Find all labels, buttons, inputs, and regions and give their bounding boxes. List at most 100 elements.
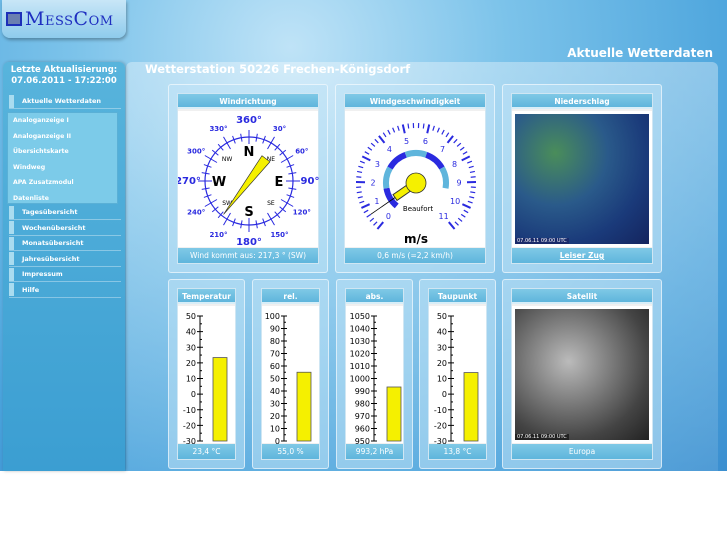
tick-label: -10 xyxy=(434,406,447,415)
precipitation-content: 07.06.11 09:00 UTC xyxy=(512,111,652,247)
gauge-footer: 23,4 °C xyxy=(178,444,235,459)
tick-label: 40 xyxy=(186,328,196,337)
tick-label: 1000 xyxy=(350,375,370,384)
ms-label: 3 xyxy=(375,160,380,169)
degree-label: 210° xyxy=(209,231,227,239)
tick-label: 30 xyxy=(186,343,196,352)
tick-label: 0 xyxy=(442,390,447,399)
gauge-content: 950 960 970 980 990 1000 1010 1020 1030 1040 1050 xyxy=(346,306,403,446)
degree-label: 240° xyxy=(187,209,205,217)
unit-label: m/s xyxy=(404,232,428,246)
last-update: Letzte Aktualisierung: 07.06.2011 - 17:22… xyxy=(10,65,118,86)
tick-label: 1020 xyxy=(350,350,370,359)
wind-direction-content: 360° 30° 60° 90° 120° 150° 180° 210° 240° 270° 300… xyxy=(175,111,320,248)
wind-speed-footer: 0,6 m/s (=2,2 km/h) xyxy=(345,248,485,263)
degree-label: 120° xyxy=(293,209,311,217)
tick-label: 0 xyxy=(191,390,196,399)
submenu-item[interactable]: Analoganzeige II xyxy=(8,129,117,145)
page-header: Aktuelle Wetterdaten xyxy=(567,46,713,60)
tick-label: -20 xyxy=(183,421,196,430)
tick-label: 50 xyxy=(437,312,447,321)
tick-label: 50 xyxy=(270,375,280,384)
degree-label: 30° xyxy=(273,125,286,133)
ms-label: 2 xyxy=(370,178,375,187)
gauge-title: abs. Luftdruck xyxy=(346,289,403,316)
tick-label: 40 xyxy=(437,328,447,337)
degree-label: 150° xyxy=(270,231,288,239)
logo[interactable]: MessCom xyxy=(2,0,126,38)
tick-label: 970 xyxy=(355,412,370,421)
ms-label: 11 xyxy=(439,212,449,221)
satellite-title: Satellit xyxy=(512,289,652,304)
compass-dial: 360° 30° 60° 90° 120° 150° 180° 210° 240° 270° 300… xyxy=(175,115,320,248)
submenu: Analoganzeige I Analoganzeige II Übersicht… xyxy=(7,112,118,204)
ms-label: 6 xyxy=(423,137,428,146)
ms-label: 5 xyxy=(404,137,409,146)
gauge-content: 0 10 20 30 40 50 60 70 80 90 100 xyxy=(262,306,319,446)
tick-label: 50 xyxy=(186,312,196,321)
tick-label: 0 xyxy=(275,437,280,444)
speed-gauge: 01 234 5 6 78 9 1011 Beaufort m/s xyxy=(355,123,477,246)
sidebar-item[interactable]: Jahresübersicht xyxy=(9,252,121,267)
tick-label: -10 xyxy=(183,406,196,415)
sidebar-item[interactable]: Monatsübersicht xyxy=(9,236,121,251)
gauge-title: rel. Luftfeuchte xyxy=(262,289,319,316)
bar-gauge: -30 -20 -10 0 10 20 30 40 50 xyxy=(434,312,479,446)
degree-label: 300° xyxy=(187,148,205,156)
submenu-item[interactable]: Datenliste xyxy=(8,191,117,207)
satellite-content: 07.06.11 09:00 UTC xyxy=(512,306,652,443)
station-title: Wetterstation 50226 Frechen-Königsdorf xyxy=(145,62,411,76)
submenu-item[interactable]: Windweg xyxy=(8,160,117,176)
tick-label: 90 xyxy=(270,325,280,334)
ms-label: 4 xyxy=(387,145,392,154)
value-bar xyxy=(463,372,479,442)
sidebar-item[interactable]: Tagesübersicht xyxy=(9,205,121,220)
beaufort-label: Beaufort xyxy=(403,205,433,213)
degree-label: 360° xyxy=(236,115,262,126)
tick-label: 30 xyxy=(437,343,447,352)
wind-speed-content: 0 1 2 3 4 5 6 7 8 9 10 11 Beaufort m/s xyxy=(345,111,485,247)
gauge-title: Taupunkt xyxy=(429,289,486,304)
gauge-panel: Taupunkt -30 -20 -10 0 10 20 30 40 50 13,8 °C xyxy=(419,279,496,469)
bar-gauge: -30 -20 -10 0 10 20 30 40 50 xyxy=(183,312,228,446)
precipitation-title: Niederschlag xyxy=(512,94,652,109)
submenu-item[interactable]: Analoganzeige I xyxy=(8,113,117,129)
sidebar-item[interactable]: Hilfe xyxy=(9,283,121,298)
tick-label: -30 xyxy=(183,437,196,444)
tick-label: 20 xyxy=(186,359,196,368)
tick-label: 20 xyxy=(270,412,280,421)
wind-direction-title: Windrichtung xyxy=(178,94,318,109)
gauge-footer: 55,0 % xyxy=(262,444,319,459)
sidebar-item[interactable]: Impressum xyxy=(9,267,121,282)
tick-label: 30 xyxy=(270,400,280,409)
sidebar-item-aktuelle-wetterdaten[interactable]: Aktuelle Wetterdaten xyxy=(9,94,121,109)
wind-speed-panel: Windgeschwindigkeit 0 1 2 3 4 5 6 7 8 9 10 11 Beaufor… xyxy=(335,84,495,273)
tick-label: 980 xyxy=(355,400,370,409)
tick-label: 70 xyxy=(270,350,280,359)
logo-icon xyxy=(6,12,22,26)
gauge-footer: 13,8 °C xyxy=(429,444,486,459)
satellite-panel: Satellit 07.06.11 09:00 UTC Europa xyxy=(502,279,662,469)
bar-gauge: 0 10 20 30 40 50 60 70 80 90 100 xyxy=(265,312,312,446)
value-bar xyxy=(296,371,312,442)
tick-label: 10 xyxy=(186,375,196,384)
tick-label: 960 xyxy=(355,425,370,434)
ms-label: 10 xyxy=(450,197,460,206)
satellite-image[interactable]: 07.06.11 09:00 UTC xyxy=(515,309,649,440)
tick-label: 40 xyxy=(270,387,280,396)
submenu-item[interactable]: Übersichtskarte xyxy=(8,144,117,160)
intercardinal-label: SE xyxy=(267,200,275,207)
radar-map[interactable]: 07.06.11 09:00 UTC xyxy=(515,114,649,244)
tick-label: 100 xyxy=(265,312,280,321)
gauge-footer: 993,2 hPa xyxy=(346,444,403,459)
degree-label: 90° xyxy=(301,176,320,187)
sidebar-item[interactable]: Wochenübersicht xyxy=(9,221,121,236)
degree-label: 270° xyxy=(178,176,201,187)
gauge-panel: rel. Luftfeuchte 0 10 20 30 40 50 60 70 80 90 100 55… xyxy=(252,279,329,469)
submenu-item[interactable]: APA Zusatzmodul xyxy=(8,175,117,191)
ms-label: 8 xyxy=(452,160,457,169)
ms-label: 7 xyxy=(440,145,445,154)
cardinal-label: W xyxy=(212,175,226,190)
tick-label: -20 xyxy=(434,421,447,430)
precipitation-footer[interactable]: Leiser Zug xyxy=(512,248,652,263)
